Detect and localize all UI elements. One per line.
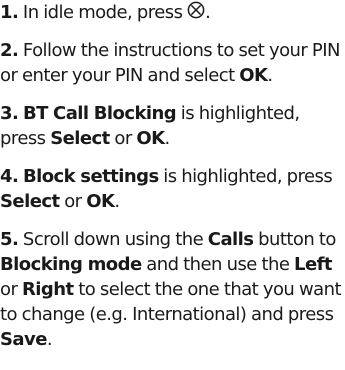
instruction-text: In idle mode, press xyxy=(18,2,188,23)
key-term: Left xyxy=(294,254,332,275)
step-2: 2. Follow the instructions to set your P… xyxy=(0,38,345,88)
step-number: 1. xyxy=(0,2,19,23)
instruction-text: or xyxy=(59,191,87,212)
instruction-text: is highlighted, press xyxy=(158,166,333,187)
key-term: Block settings xyxy=(22,166,159,187)
instruction-text: and then use the xyxy=(141,254,295,275)
step-number: 3. xyxy=(0,103,19,124)
step-5: 5. Scroll down using the Calls button to… xyxy=(0,227,345,352)
instruction-text: or xyxy=(0,279,22,300)
instruction-text: . xyxy=(114,191,120,212)
instruction-text: . xyxy=(46,329,53,350)
block-key-icon: Block xyxy=(187,0,205,20)
instruction-text: button to xyxy=(253,229,336,250)
step-3: 3. BT Call Blocking is highlighted, pres… xyxy=(0,101,345,151)
key-term: Save xyxy=(0,329,47,350)
key-term: OK xyxy=(136,128,165,149)
instruction-text: . xyxy=(205,2,211,23)
instruction-list: 1. In idle mode, press Block.2. Follow t… xyxy=(0,0,345,352)
step-number: 2. xyxy=(0,40,19,61)
key-term: OK xyxy=(239,65,268,86)
key-term: Select xyxy=(0,191,60,212)
step-1: 1. In idle mode, press Block. xyxy=(0,0,345,25)
step-number: 5. xyxy=(0,229,19,250)
instruction-text: Scroll down using the xyxy=(18,229,208,250)
key-term: BT Call Blocking xyxy=(22,103,177,124)
instruction-text: . xyxy=(164,128,171,149)
instruction-text: . xyxy=(267,65,273,86)
key-term: Blocking mode xyxy=(0,254,142,275)
key-term: Right xyxy=(22,279,74,300)
key-term: Calls xyxy=(207,229,254,250)
key-term: Select xyxy=(50,128,110,149)
step-number: 4. xyxy=(0,166,19,187)
instruction-text: Follow the instructions to set your PIN … xyxy=(0,40,340,86)
step-4: 4. Block settings is highlighted, press … xyxy=(0,164,345,214)
instruction-text: or xyxy=(109,128,137,149)
key-term: OK xyxy=(86,191,115,212)
